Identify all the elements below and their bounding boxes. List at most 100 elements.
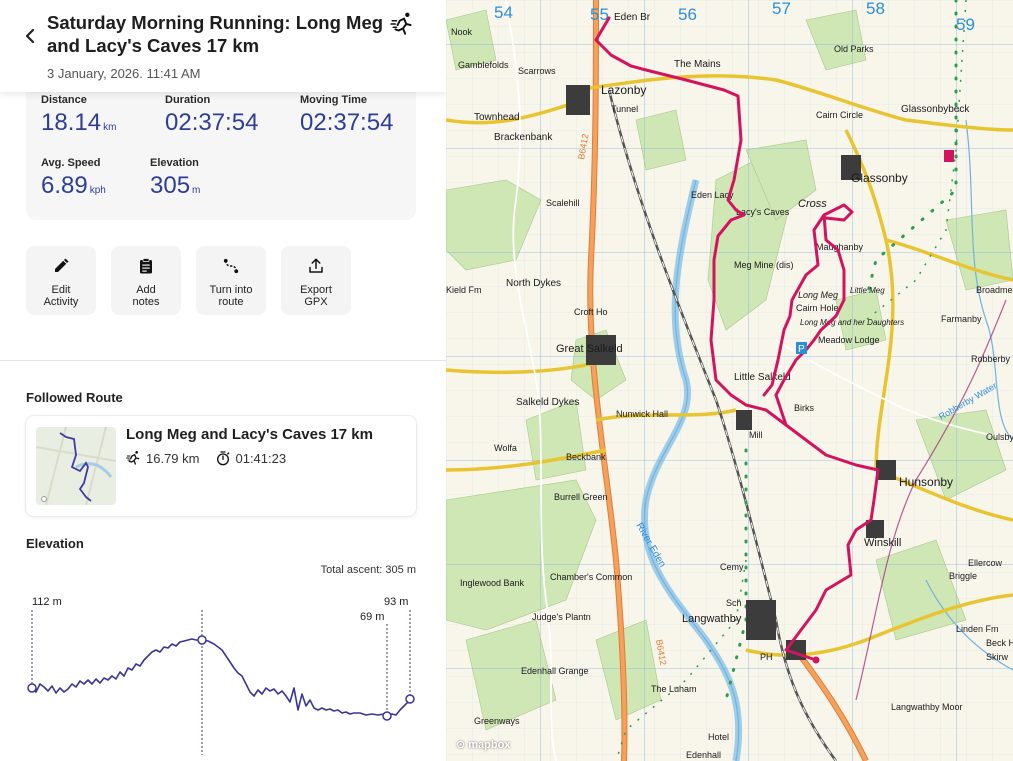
svg-text:Linden Fm: Linden Fm bbox=[956, 624, 999, 634]
stopwatch-icon bbox=[217, 451, 230, 466]
svg-text:Cairn Circle: Cairn Circle bbox=[816, 110, 863, 120]
svg-text:Skirw: Skirw bbox=[986, 652, 1008, 662]
svg-text:Nunwick Hall: Nunwick Hall bbox=[616, 409, 668, 419]
svg-text:Robberby Fm: Robberby Fm bbox=[971, 354, 1013, 364]
action-label: route bbox=[218, 296, 244, 308]
svg-text:Wolfa: Wolfa bbox=[494, 443, 517, 453]
stat-label: Distance bbox=[41, 94, 87, 106]
stat-value: 6.89 bbox=[41, 172, 88, 199]
stats-card: Distance 18.14 km Duration 02:37:54 Movin… bbox=[26, 82, 416, 220]
svg-text:Langwathby: Langwathby bbox=[682, 613, 742, 625]
svg-text:Little Meg: Little Meg bbox=[850, 286, 885, 295]
action-label: Edit bbox=[51, 284, 71, 296]
svg-text:Scarrows: Scarrows bbox=[518, 66, 556, 76]
route-name: Long Meg and Lacy's Caves 17 km bbox=[126, 426, 373, 443]
svg-text:P: P bbox=[798, 344, 805, 355]
route-end-dot bbox=[812, 656, 820, 664]
activity-date: 3 January, 2026. 11:41 AM bbox=[47, 66, 201, 81]
running-icon bbox=[390, 12, 412, 35]
elevation-heading: Elevation bbox=[26, 536, 84, 551]
svg-text:Eden Br: Eden Br bbox=[614, 12, 651, 23]
elevation-marker-dot bbox=[382, 711, 392, 721]
route-meta: 16.79 km 01:41:23 bbox=[126, 450, 286, 466]
running-icon bbox=[126, 451, 140, 465]
svg-text:PH: PH bbox=[760, 652, 773, 662]
elevation-marker-label: 112 m bbox=[32, 596, 62, 608]
svg-text:Meg Mine (dis): Meg Mine (dis) bbox=[734, 260, 794, 270]
svg-text:Edenhall: Edenhall bbox=[686, 750, 721, 760]
stat-label: Avg. Speed bbox=[41, 157, 101, 169]
pencil-icon bbox=[55, 258, 69, 272]
svg-text:Glassonbybeck: Glassonbybeck bbox=[901, 104, 970, 115]
route-thumbnail bbox=[36, 427, 116, 505]
elevation-marker-label: 93 m bbox=[384, 596, 408, 608]
svg-text:Cemy: Cemy bbox=[720, 562, 744, 572]
svg-text:Glassonby: Glassonby bbox=[851, 171, 908, 185]
action-label: Export bbox=[300, 284, 332, 296]
stat-duration: Duration 02:37:54 bbox=[165, 94, 258, 137]
action-label: notes bbox=[132, 296, 160, 308]
action-label: Add bbox=[136, 284, 156, 296]
stat-elevation: Elevation 305 m bbox=[150, 157, 200, 200]
svg-text:Oulsby: Oulsby bbox=[986, 432, 1013, 442]
action-label: GPX bbox=[304, 296, 328, 308]
svg-text:Long Meg and her Daughters: Long Meg and her Daughters bbox=[800, 318, 904, 327]
export-gpx-button[interactable]: Export GPX bbox=[281, 246, 351, 315]
stat-unit: m bbox=[192, 185, 201, 196]
activity-header: Saturday Morning Running: Long Meg and L… bbox=[0, 0, 446, 92]
svg-text:58: 58 bbox=[866, 0, 885, 18]
edit-activity-button[interactable]: Edit Activity bbox=[26, 246, 96, 315]
back-arrow-icon[interactable] bbox=[20, 26, 40, 46]
poi-marker bbox=[944, 150, 954, 162]
stat-label: Moving Time bbox=[300, 94, 368, 106]
map-attribution: mapbox bbox=[468, 739, 511, 751]
svg-text:Beckbank: Beckbank bbox=[566, 452, 606, 462]
svg-text:Gamblefolds: Gamblefolds bbox=[458, 60, 509, 70]
svg-text:Burrell Green: Burrell Green bbox=[554, 492, 608, 502]
elevation-marker-dot bbox=[27, 683, 37, 693]
action-label: Activity bbox=[43, 296, 79, 308]
stat-value: 305 bbox=[150, 172, 191, 199]
svg-text:Tunnel: Tunnel bbox=[611, 104, 638, 114]
followed-route-heading: Followed Route bbox=[26, 390, 123, 405]
svg-text:Cross: Cross bbox=[798, 198, 827, 210]
svg-text:59: 59 bbox=[956, 15, 975, 34]
svg-text:Townhead: Townhead bbox=[474, 112, 520, 123]
svg-text:Lazonby: Lazonby bbox=[601, 83, 646, 97]
svg-text:Chamber's Common: Chamber's Common bbox=[550, 572, 632, 582]
route-distance: 16.79 km bbox=[146, 450, 200, 466]
svg-text:Ellercow: Ellercow bbox=[968, 558, 1003, 568]
activity-panel: Saturday Morning Running: Long Meg and L… bbox=[0, 0, 446, 761]
svg-text:Hotel: Hotel bbox=[708, 732, 729, 742]
svg-text:Croft Ho: Croft Ho bbox=[574, 307, 608, 317]
stat-unit: km bbox=[103, 122, 117, 133]
svg-text:Salkeld Dykes: Salkeld Dykes bbox=[516, 397, 579, 408]
upload-icon bbox=[309, 258, 323, 273]
section-divider bbox=[0, 360, 446, 361]
svg-text:Mill: Mill bbox=[749, 430, 763, 440]
svg-text:Inglewood Bank: Inglewood Bank bbox=[460, 578, 525, 588]
svg-text:Beck Ho: Beck Ho bbox=[986, 638, 1013, 648]
elevation-chart[interactable]: 112 m 69 m 93 m bbox=[0, 580, 446, 761]
stat-moving-time: Moving Time 02:37:54 bbox=[300, 94, 393, 137]
svg-text:Birks: Birks bbox=[794, 403, 814, 413]
stat-label: Duration bbox=[165, 94, 211, 106]
turn-into-route-button[interactable]: Turn into route bbox=[196, 246, 266, 315]
svg-text:Greenways: Greenways bbox=[474, 716, 520, 726]
add-notes-button[interactable]: Add notes bbox=[111, 246, 181, 315]
route-map[interactable]: 54 55 56 57 58 59 Eden Br Lazonby The Ma… bbox=[446, 0, 1013, 761]
stat-label: Elevation bbox=[150, 157, 199, 169]
page-title: Saturday Morning Running: Long Meg and L… bbox=[47, 12, 384, 56]
svg-text:Long Meg: Long Meg bbox=[798, 290, 838, 300]
svg-text:Farmanby: Farmanby bbox=[941, 314, 982, 324]
elevation-marker-label: 69 m bbox=[360, 611, 384, 623]
followed-route-card[interactable]: Long Meg and Lacy's Caves 17 km 16.79 km… bbox=[26, 416, 416, 516]
stat-distance: Distance 18.14 km bbox=[41, 94, 116, 137]
svg-text:Meadow Lodge: Meadow Lodge bbox=[818, 335, 880, 345]
svg-text:Sch: Sch bbox=[726, 598, 742, 608]
svg-text:North Dykes: North Dykes bbox=[506, 278, 561, 289]
elevation-profile-line bbox=[31, 638, 411, 717]
stat-value: 18.14 bbox=[41, 109, 102, 136]
action-label: Turn into bbox=[209, 284, 253, 296]
total-ascent: Total ascent: 305 m bbox=[320, 564, 416, 576]
